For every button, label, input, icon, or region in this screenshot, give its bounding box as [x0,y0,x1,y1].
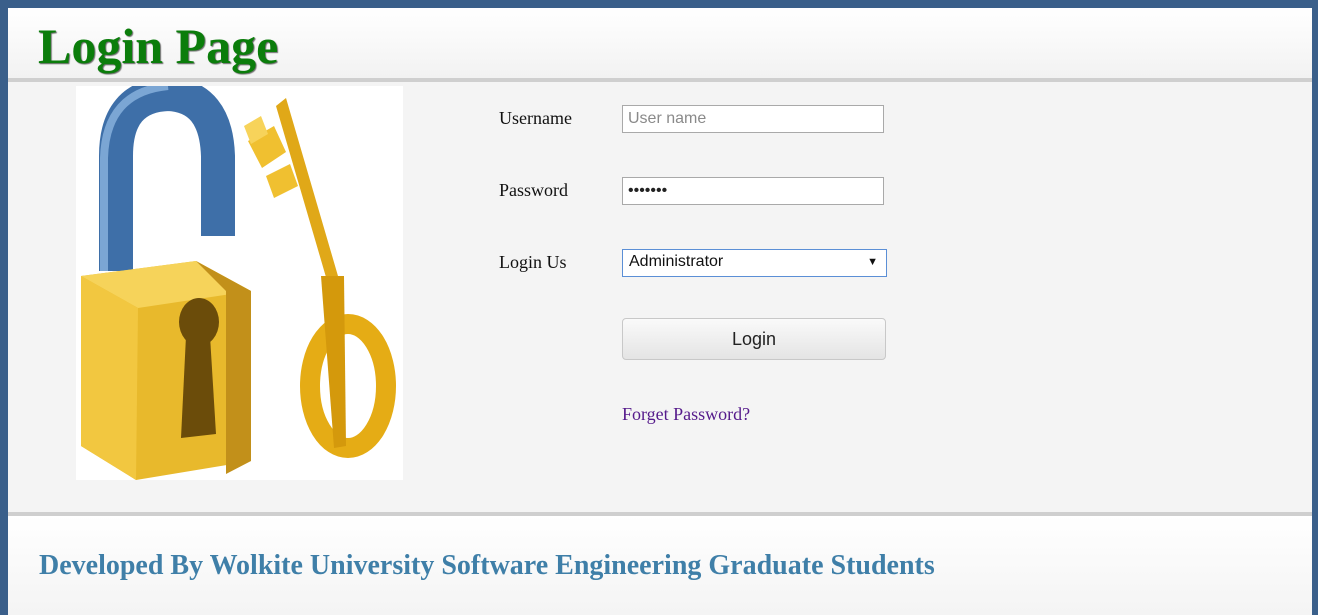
main-content: Username Password Login Us Administrator… [8,76,1312,512]
username-label: Username [499,108,572,128]
forget-password-link[interactable]: Forget Password? [622,404,750,425]
password-input[interactable] [622,177,884,205]
login-as-selected-value: Administrator [629,253,724,270]
password-label: Password [499,180,569,200]
header: Login Page [8,8,1312,82]
page-frame: Login Page Username User name Password •… [8,8,1312,615]
padlock-key-icon [81,76,396,480]
login-as-label: Login Us [499,252,567,272]
page-title: Login Page [38,18,279,74]
footer-credit: Developed By Wolkite University Software… [39,550,935,581]
footer: Developed By Wolkite University Software… [8,512,1312,615]
padlock-key-image [76,76,403,480]
username-input[interactable] [622,105,884,133]
login-button[interactable]: Login [622,318,886,360]
login-as-select[interactable]: Administrator ▼ [622,249,887,277]
chevron-down-icon: ▼ [867,256,878,268]
